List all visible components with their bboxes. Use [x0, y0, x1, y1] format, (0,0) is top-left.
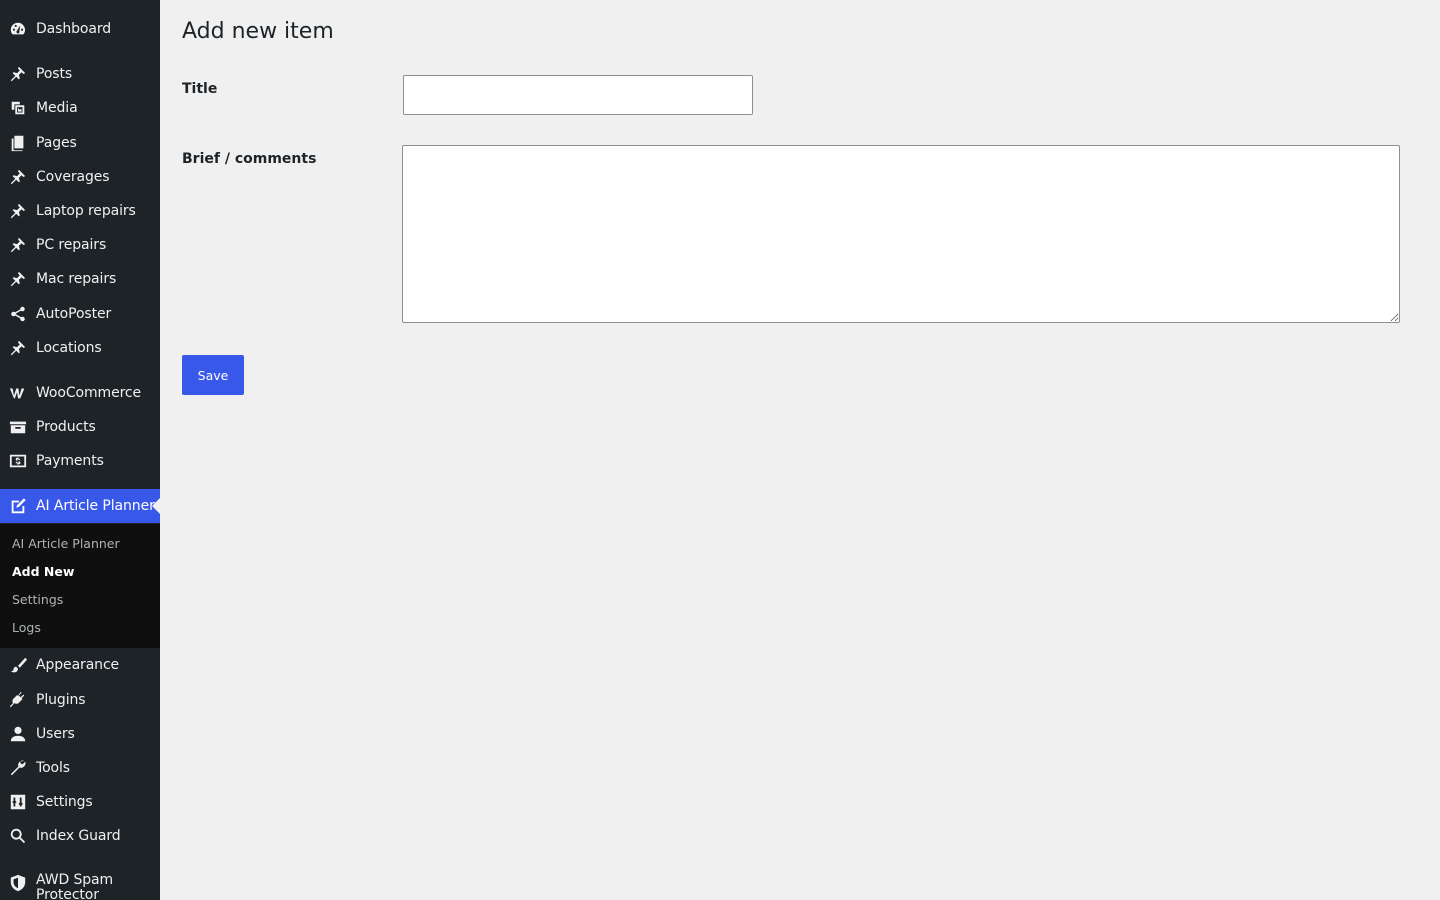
sidebar-item-autoposter[interactable]: AutoPoster	[0, 297, 160, 331]
pin-icon	[0, 194, 36, 228]
shield-icon	[0, 873, 36, 893]
sidebar-item-pc-repairs[interactable]: PC repairs	[0, 228, 160, 262]
sidebar-item-awd-spam-protector[interactable]: AWD Spam Protector	[0, 873, 160, 900]
share-icon	[0, 297, 36, 331]
submenu-item-logs[interactable]: Logs	[12, 620, 41, 635]
sidebar-item-dashboard[interactable]: Dashboard	[0, 12, 160, 46]
sidebar-item-woocommerce[interactable]: WooCommerce	[0, 376, 160, 410]
sidebar-item-ai-article-planner[interactable]: AI Article Planner	[0, 489, 160, 523]
brief-comments-textarea[interactable]	[402, 145, 1400, 323]
paintbrush-icon	[0, 648, 36, 682]
sidebar-item-payments[interactable]: Payments	[0, 444, 160, 478]
admin-sidebar: Dashboard Posts Media Pages Coverages La…	[0, 0, 160, 900]
page-title: Add new item	[182, 19, 334, 44]
pin-icon	[0, 331, 36, 365]
plug-icon	[0, 683, 36, 717]
sidebar-item-label: Appearance	[36, 657, 120, 673]
sidebar-item-label: Payments	[36, 453, 104, 469]
pin-icon	[0, 57, 36, 91]
sidebar-item-label: Dashboard	[36, 21, 112, 37]
sidebar-item-settings[interactable]: Settings	[0, 785, 160, 819]
sidebar-item-label: Media	[36, 100, 78, 116]
archive-icon	[0, 410, 36, 444]
sliders-icon	[0, 785, 36, 819]
sidebar-item-label: WooCommerce	[36, 385, 142, 401]
sidebar-item-label: AI Article Planner	[36, 498, 155, 514]
woocommerce-icon	[0, 376, 36, 410]
submenu-item-settings[interactable]: Settings	[12, 592, 63, 607]
sidebar-item-label: AWD Spam Protector	[36, 872, 114, 900]
sidebar-item-label: Pages	[36, 135, 77, 151]
edit-page-icon	[0, 489, 36, 523]
sidebar-item-label: Coverages	[36, 169, 110, 185]
sidebar-item-label: Laptop repairs	[36, 203, 136, 219]
sidebar-item-users[interactable]: Users	[0, 717, 160, 751]
pin-icon	[0, 228, 36, 262]
sidebar-item-laptop-repairs[interactable]: Laptop repairs	[0, 194, 160, 228]
sidebar-item-mac-repairs[interactable]: Mac repairs	[0, 262, 160, 296]
wrench-icon	[0, 751, 36, 785]
pin-icon	[0, 160, 36, 194]
sidebar-item-tools[interactable]: Tools	[0, 751, 160, 785]
sidebar-item-locations[interactable]: Locations	[0, 331, 160, 365]
title-label: Title	[182, 81, 218, 97]
dashboard-icon	[0, 12, 36, 46]
sidebar-item-label: AutoPoster	[36, 306, 112, 322]
sidebar-item-index-guard[interactable]: Index Guard	[0, 819, 160, 853]
search-icon	[0, 819, 36, 853]
sidebar-item-label: Products	[36, 419, 96, 435]
dollar-icon	[0, 444, 36, 478]
sidebar-item-label: Settings	[36, 794, 93, 810]
sidebar-item-label: Tools	[36, 760, 70, 776]
sidebar-submenu: AI Article Planner Add New Settings Logs	[0, 524, 160, 648]
pages-icon	[0, 126, 36, 160]
sidebar-item-products[interactable]: Products	[0, 410, 160, 444]
main-content: Add new item Title Brief / comments Save	[182, 0, 1422, 900]
sidebar-item-label: Posts	[36, 66, 73, 82]
sidebar-item-label: Users	[36, 726, 75, 742]
sidebar-item-label: PC repairs	[36, 237, 107, 253]
sidebar-item-label: Locations	[36, 340, 102, 356]
save-button[interactable]: Save	[182, 355, 244, 395]
sidebar-item-media[interactable]: Media	[0, 91, 160, 125]
sidebar-item-plugins[interactable]: Plugins	[0, 683, 160, 717]
sidebar-item-pages[interactable]: Pages	[0, 126, 160, 160]
sidebar-item-posts[interactable]: Posts	[0, 57, 160, 91]
title-input[interactable]	[403, 75, 753, 115]
pin-icon	[0, 262, 36, 296]
submenu-item-add-new[interactable]: Add New	[12, 564, 74, 579]
submenu-item-ai-article-planner[interactable]: AI Article Planner	[12, 536, 120, 551]
brief-comments-label: Brief / comments	[182, 151, 317, 167]
sidebar-item-appearance[interactable]: Appearance	[0, 648, 160, 682]
sidebar-item-label: Plugins	[36, 692, 86, 708]
sidebar-item-label: Mac repairs	[36, 271, 117, 287]
user-icon	[0, 717, 36, 751]
sidebar-item-coverages[interactable]: Coverages	[0, 160, 160, 194]
sidebar-item-label: Index Guard	[36, 828, 121, 844]
media-icon	[0, 91, 36, 125]
